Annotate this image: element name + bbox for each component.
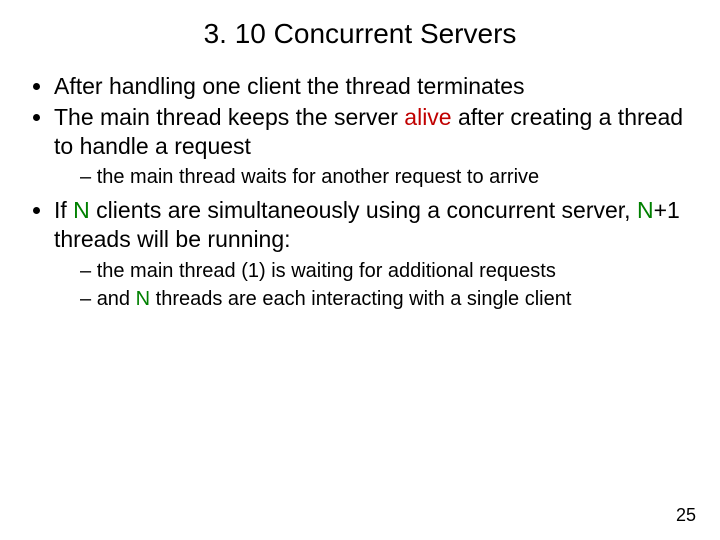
bullet-list: After handling one client the thread ter… <box>28 72 692 312</box>
bullet-3-sub-1-text: the main thread (1) is waiting for addit… <box>97 260 556 282</box>
bullet-2-sub-1-text: the main thread waits for another reques… <box>97 166 539 188</box>
bullet-3-sublist: the main thread (1) is waiting for addit… <box>54 258 692 312</box>
bullet-3-sub-2: and N threads are each interacting with … <box>80 286 692 312</box>
bullet-3-text-a: If <box>54 197 73 223</box>
bullet-3-sub-2-text-a: and <box>97 288 136 310</box>
bullet-3-n1: N <box>73 197 90 223</box>
bullet-1: After handling one client the thread ter… <box>54 72 692 101</box>
bullet-3-sub-2-text-b: threads are each interacting with a sing… <box>150 288 571 310</box>
bullet-3-sub-1: the main thread (1) is waiting for addit… <box>80 258 692 284</box>
bullet-2-sublist: the main thread waits for another reques… <box>54 164 692 190</box>
bullet-2-sub-1: the main thread waits for another reques… <box>80 164 692 190</box>
bullet-3-text-b: clients are simultaneously using a concu… <box>90 197 637 223</box>
bullet-3: If N clients are simultaneously using a … <box>54 196 692 312</box>
bullet-2-text-a: The main thread keeps the server <box>54 104 404 130</box>
bullet-2-alive: alive <box>404 104 451 130</box>
bullet-1-text: After handling one client the thread ter… <box>54 73 525 99</box>
bullet-3-n2: N <box>637 197 654 223</box>
bullet-3-sub-2-n: N <box>136 288 150 310</box>
bullet-2: The main thread keeps the server alive a… <box>54 103 692 191</box>
slide-title: 3. 10 Concurrent Servers <box>28 18 692 50</box>
slide: 3. 10 Concurrent Servers After handling … <box>0 0 720 540</box>
page-number: 25 <box>676 505 696 526</box>
